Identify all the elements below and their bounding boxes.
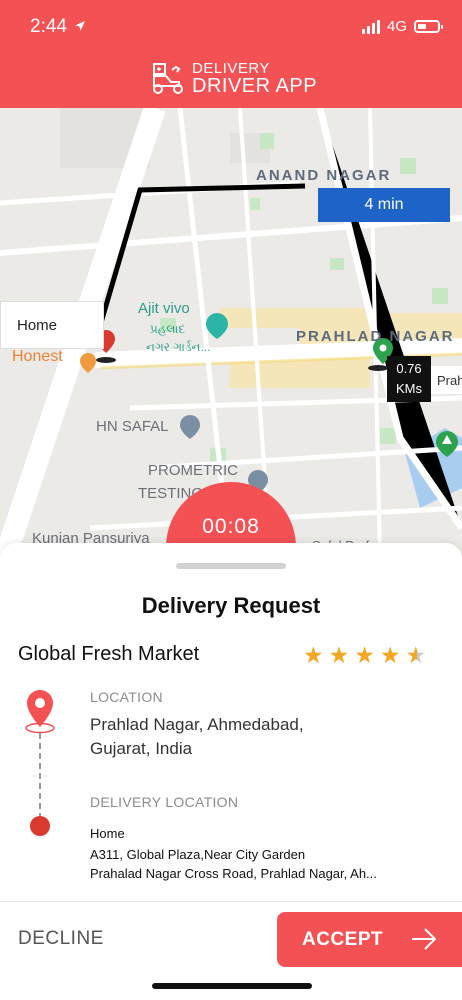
half-star-icon: ★ (405, 642, 427, 668)
distance-callout: 0.76 KMs (387, 356, 431, 402)
location-label: LOCATION (90, 689, 163, 705)
distance-value: 0.76 (396, 361, 422, 376)
signal-icon (361, 19, 380, 34)
pickup-line-2: Gujarat, India (90, 739, 193, 758)
accept-button-label: ACCEPT (302, 928, 384, 950)
destination-dot-icon (30, 816, 50, 836)
map-view[interactable]: ANAND NAGAR PRAHLAD NAGAR Ajit vivo પ્રહ… (0, 108, 462, 558)
delivery-request-sheet: Delivery Request Global Fresh Market ★ ★… (0, 543, 462, 1000)
battery-icon (414, 20, 443, 33)
delivery-address-line-2: Prahalad Nagar Cross Road, Prahlad Nagar… (90, 866, 377, 881)
map-label-hn-safal: HN SAFAL (96, 418, 169, 435)
delivery-name: Home (90, 826, 125, 841)
map-label-anand-nagar: ANAND NAGAR (256, 167, 392, 184)
origin-callout: Home (0, 301, 104, 349)
decline-button[interactable]: DECLINE (18, 928, 104, 950)
star-icon: ★ (379, 642, 401, 668)
arrow-right-icon (412, 928, 437, 950)
map-label-ajit-vivo: Ajit vivo (138, 300, 190, 317)
logo-line-2: DRIVER APP (192, 74, 318, 97)
pickup-location: Prahlad Nagar, Ahmedabad, Gujarat, India (90, 713, 390, 761)
star-icon: ★ (303, 642, 324, 668)
location-arrow-icon (75, 21, 86, 31)
status-time-text: 2:44 (30, 16, 67, 37)
app-header: 2:44 4G DELIVERY DRIVER APP (0, 0, 462, 108)
store-rating: ★ ★ ★ ★ ★ (303, 644, 426, 667)
map-label-ajit-gujarati-2: નગર ગાર્ડન... (146, 340, 211, 354)
logo-line-1: DELIVERY (192, 59, 270, 77)
sheet-title: Delivery Request (141, 593, 321, 618)
route-connector (39, 733, 41, 819)
delivery-location-label: DELIVERY LOCATION (90, 794, 239, 810)
status-indicators: 4G (361, 18, 443, 35)
actions-divider (0, 901, 462, 902)
location-pin-icon (25, 690, 55, 734)
accept-button[interactable]: ACCEPT (277, 912, 462, 967)
sheet-drag-handle[interactable] (176, 563, 286, 569)
destination-callout: Prah (431, 366, 462, 394)
star-icon: ★ (328, 642, 350, 668)
store-name: Global Fresh Market (18, 643, 200, 665)
delivery-address: A311, Global Plaza,Near City Garden Prah… (90, 845, 430, 883)
pickup-line-1: Prahlad Nagar, Ahmedabad, (90, 715, 304, 734)
map-label-honest: Honest (12, 348, 63, 365)
star-icon: ★ (354, 642, 375, 668)
map-label-prometric: PROMETRIC (148, 462, 238, 479)
delivery-scooter-icon (153, 63, 183, 94)
map-label-prahlad-nagar: PRAHLAD NAGAR (296, 328, 455, 345)
map-label-ajit-gujarati-1: પ્રહલાદ (150, 322, 186, 336)
network-type: 4G (386, 18, 407, 35)
route-time-callout: 4 min (318, 188, 450, 222)
distance-unit: KMs (396, 381, 422, 396)
home-indicator (152, 983, 312, 989)
delivery-address-line-1: A311, Global Plaza,Near City Garden (90, 847, 306, 862)
app-logo: DELIVERY DRIVER APP (150, 60, 317, 96)
status-time: 2:44 (30, 16, 86, 38)
